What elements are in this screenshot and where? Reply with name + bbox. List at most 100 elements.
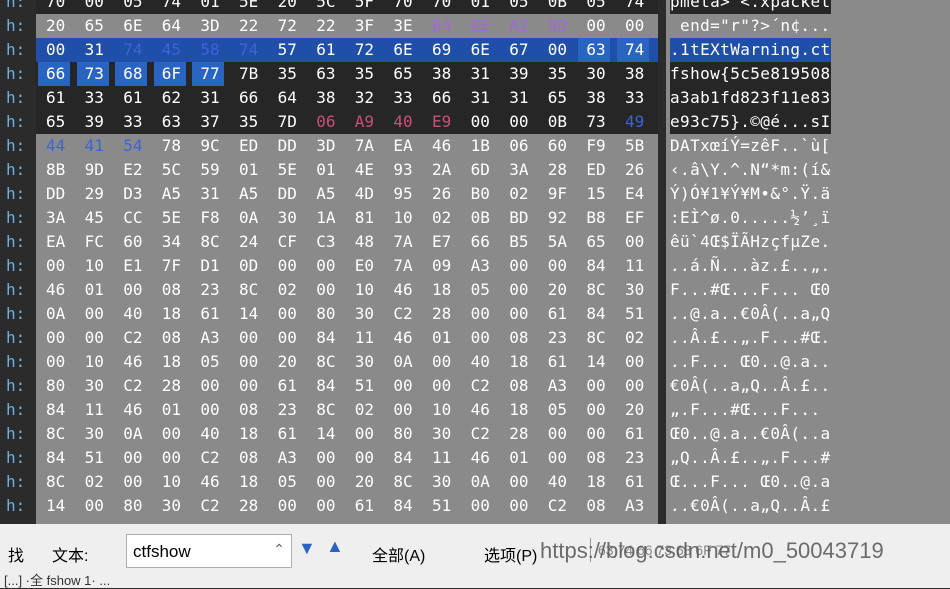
hex-byte[interactable]: 84 — [385, 446, 417, 470]
hex-byte[interactable]: 4E — [347, 158, 379, 182]
hex-byte[interactable]: 00 — [308, 446, 340, 470]
hex-byte[interactable]: 00 — [501, 302, 533, 326]
hex-byte[interactable]: 31 — [463, 86, 495, 110]
ascii-column[interactable]: pmeta> <.xpacket end="r"?>´n¢... .1tEXtWa… — [666, 0, 950, 524]
hex-byte[interactable]: F8 — [192, 206, 224, 230]
hex-byte[interactable]: 28 — [424, 302, 456, 326]
hex-byte[interactable]: 00 — [270, 254, 302, 278]
ascii-row[interactable]: „Q..Â.£..„.F...# — [670, 446, 831, 470]
ascii-row[interactable]: DATxœíÝ=zêF..`ù[ — [670, 134, 831, 158]
hex-byte[interactable]: 33 — [115, 110, 147, 134]
hex-byte[interactable]: 20 — [38, 14, 70, 38]
hex-byte[interactable]: 05 — [463, 278, 495, 302]
hex-byte[interactable]: 00 — [231, 350, 263, 374]
hex-byte[interactable]: 54 — [115, 134, 147, 158]
hex-byte[interactable]: 6E — [463, 14, 495, 38]
hex-byte[interactable]: 00 — [115, 278, 147, 302]
hex-row[interactable]: 46 01 00 08 23 8C 02 00 10 46 18 05 00 20 8C 30 — [36, 278, 658, 302]
hex-byte[interactable]: 00 — [347, 422, 379, 446]
hex-byte[interactable]: 84 — [308, 326, 340, 350]
hex-byte[interactable]: 00 — [270, 326, 302, 350]
hex-byte[interactable]: 00 — [38, 38, 70, 62]
hex-byte[interactable]: A3 — [463, 254, 495, 278]
hex-byte[interactable]: 20 — [270, 350, 302, 374]
hex-byte[interactable]: 00 — [617, 350, 649, 374]
hex-byte[interactable]: 51 — [424, 494, 456, 518]
hex-byte[interactable]: A3 — [617, 494, 649, 518]
hex-byte[interactable]: 00 — [154, 446, 186, 470]
hex-row[interactable]: 00 10 E1 7F D1 0D 00 00 E0 7A 09 A3 00 00 84 11 — [36, 254, 658, 278]
hex-byte[interactable]: 00 — [115, 446, 147, 470]
hex-byte[interactable]: 18 — [501, 398, 533, 422]
hex-row[interactable]: 66 73 68 6F 77 7B 35 63 35 65 38 31 39 35 30 38 — [36, 62, 658, 86]
hex-byte[interactable]: 30 — [347, 302, 379, 326]
hex-byte[interactable]: 01 — [231, 158, 263, 182]
hex-byte[interactable]: 80 — [385, 422, 417, 446]
hex-byte[interactable]: 6F — [153, 62, 186, 86]
hex-byte[interactable]: 63 — [308, 62, 340, 86]
hex-byte[interactable]: 18 — [231, 422, 263, 446]
hex-byte[interactable]: 00 — [308, 278, 340, 302]
hex-byte[interactable]: 80 — [38, 374, 70, 398]
ascii-row[interactable]: €0Â(..a„Q..Â.£.. — [670, 374, 831, 398]
hex-byte[interactable]: 65 — [77, 14, 109, 38]
hex-byte[interactable]: 23 — [540, 326, 572, 350]
hex-byte[interactable]: 20 — [270, 0, 302, 14]
hex-byte[interactable]: 10 — [77, 350, 109, 374]
hex-byte[interactable]: 84 — [38, 398, 70, 422]
hex-byte[interactable]: 10 — [347, 278, 379, 302]
hex-byte[interactable]: 18 — [154, 350, 186, 374]
hex-row[interactable]: 00 10 46 18 05 00 20 8C 30 0A 00 40 18 61 14 00 — [36, 350, 658, 374]
hex-byte[interactable]: 40 — [540, 470, 572, 494]
hex-byte[interactable]: 00 — [463, 302, 495, 326]
hex-byte[interactable]: 11 — [424, 446, 456, 470]
hex-byte[interactable]: 30 — [77, 422, 109, 446]
options-button[interactable]: 选项(P) — [484, 542, 537, 566]
hex-byte[interactable]: 60 — [540, 134, 572, 158]
find-previous-button[interactable]: ▲ — [326, 536, 344, 557]
hex-byte[interactable]: E7 — [424, 230, 456, 254]
hex-byte[interactable]: 4D — [347, 182, 379, 206]
hex-byte[interactable]: 05 — [270, 470, 302, 494]
hex-byte[interactable]: 8C — [38, 470, 70, 494]
hex-byte[interactable]: 01 — [154, 398, 186, 422]
hex-byte[interactable]: 1A — [308, 206, 340, 230]
hex-byte[interactable]: 01 — [501, 446, 533, 470]
hex-byte[interactable]: 00 — [540, 254, 572, 278]
ascii-row[interactable]: Œ...F... Œ0..@.a — [670, 470, 831, 494]
hex-byte[interactable]: 08 — [501, 326, 533, 350]
hex-byte[interactable]: 00 — [424, 374, 456, 398]
hex-byte[interactable]: 84 — [578, 254, 610, 278]
hex-byte[interactable]: 02 — [270, 278, 302, 302]
hex-byte[interactable]: 9C — [192, 134, 224, 158]
hex-byte[interactable]: 14 — [231, 302, 263, 326]
hex-byte[interactable]: 49 — [617, 110, 649, 134]
hex-byte[interactable]: 22 — [308, 14, 340, 38]
ascii-row[interactable]: ..F... Œ0..@.a.. — [670, 350, 831, 374]
hex-byte[interactable]: 5B — [617, 134, 649, 158]
hex-byte[interactable]: 74 — [617, 38, 649, 62]
hex-byte[interactable]: 9D — [540, 14, 572, 38]
hex-byte[interactable]: 5C — [154, 158, 186, 182]
hex-byte[interactable]: 00 — [77, 326, 109, 350]
hex-byte[interactable]: 72 — [270, 14, 302, 38]
hex-byte[interactable]: 74 — [154, 0, 186, 14]
hex-byte[interactable]: 35 — [540, 62, 572, 86]
hex-byte[interactable]: 78 — [154, 134, 186, 158]
hex-byte[interactable]: 61 — [192, 302, 224, 326]
hex-byte[interactable]: 8C — [308, 398, 340, 422]
hex-row[interactable]: 14 00 80 30 C2 28 00 00 61 84 51 00 00 C2 08 A3 — [36, 494, 658, 518]
hex-row[interactable]: 84 11 46 01 00 08 23 8C 02 00 10 46 18 05 00 20 — [36, 398, 658, 422]
hex-byte[interactable]: 73 — [578, 110, 610, 134]
hex-byte[interactable]: 3D — [192, 14, 224, 38]
hex-byte[interactable]: 5E — [154, 206, 186, 230]
hex-byte[interactable]: 51 — [347, 374, 379, 398]
hex-byte[interactable]: C2 — [463, 422, 495, 446]
hex-byte[interactable]: 34 — [154, 230, 186, 254]
hex-byte[interactable]: 28 — [154, 374, 186, 398]
hex-byte[interactable]: 30 — [424, 470, 456, 494]
hex-byte[interactable]: 67 — [501, 38, 533, 62]
hex-byte[interactable]: 31 — [501, 86, 533, 110]
hex-byte[interactable]: 00 — [347, 446, 379, 470]
hex-byte[interactable]: A5 — [154, 182, 186, 206]
